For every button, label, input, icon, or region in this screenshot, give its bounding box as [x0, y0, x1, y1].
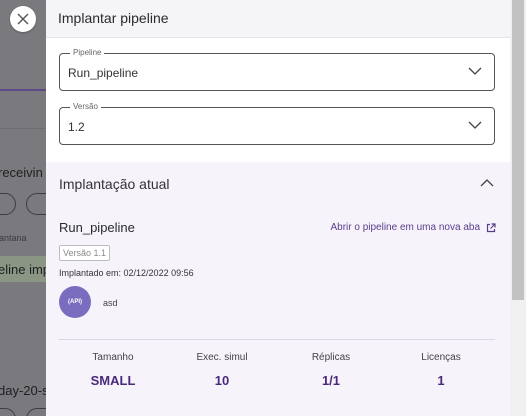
pipeline-select[interactable]: Pipeline Run_pipeline — [59, 48, 495, 91]
version-select-label: Versão — [70, 102, 101, 112]
chevron-down-icon — [468, 121, 482, 129]
stat-value: SMALL — [90, 373, 136, 388]
background-app: receivin antana eline imp day-20-s — [0, 0, 46, 416]
stat-size: Tamanho SMALL — [59, 352, 167, 388]
stats-divider — [59, 339, 495, 340]
background-tab-indicator — [0, 89, 46, 91]
version-select-value: 1.2 — [68, 120, 85, 134]
deploy-drawer: Implantar pipeline Pipeline Run_pipeline… — [46, 0, 510, 416]
deployed-pipeline-name: Run_pipeline — [59, 220, 135, 235]
external-link-icon — [486, 222, 496, 232]
stat-label: Licenças — [421, 352, 461, 363]
current-deployment-section: Implantação atual Run_pipeline Abrir o p… — [46, 162, 510, 416]
stat-label: Réplicas — [311, 352, 351, 363]
background-label: antana — [0, 233, 27, 243]
background-pill — [26, 193, 46, 215]
pipeline-select-value: Run_pipeline — [68, 66, 139, 80]
background-divider — [0, 128, 46, 129]
drawer-header: Implantar pipeline — [46, 0, 510, 38]
background-pill — [0, 193, 16, 215]
stat-value: 1/1 — [321, 373, 341, 388]
chevron-down-icon — [468, 67, 482, 75]
version-select[interactable]: Versão 1.2 — [59, 102, 495, 145]
stat-value: 10 — [214, 373, 230, 388]
stat-label: Exec. simul — [196, 352, 248, 363]
open-pipeline-link[interactable]: Abrir o pipeline em uma nova aba — [330, 222, 496, 233]
avatar: (API) — [59, 286, 91, 318]
stat-concurrent-exec: Exec. simul 10 — [168, 352, 276, 388]
drawer-title: Implantar pipeline — [58, 10, 169, 26]
background-text: eline imp — [0, 262, 46, 277]
stat-label: Tamanho — [92, 352, 134, 363]
close-icon — [17, 13, 29, 25]
current-deployment-title: Implantação atual — [59, 176, 170, 192]
stat-licenses: Licenças 1 — [387, 352, 495, 388]
deployed-by-user: asd — [103, 298, 118, 308]
close-button[interactable] — [10, 6, 36, 32]
pipeline-select-label: Pipeline — [70, 48, 105, 58]
scrollbar-thumb[interactable] — [512, 0, 524, 300]
deployed-at-text: Implantado em: 02/12/2022 09:56 — [59, 268, 194, 278]
background-text: day-20-s — [0, 383, 46, 398]
background-pill — [26, 408, 46, 416]
deployed-version-badge: Versão 1.1 — [59, 245, 111, 261]
stat-replicas: Réplicas 1/1 — [277, 352, 385, 388]
open-pipeline-link-label: Abrir o pipeline em uma nova aba — [330, 222, 480, 233]
background-pill — [0, 408, 16, 416]
stat-value: 1 — [437, 373, 445, 388]
chevron-up-icon[interactable] — [480, 178, 494, 188]
background-text: receivin — [0, 165, 43, 180]
